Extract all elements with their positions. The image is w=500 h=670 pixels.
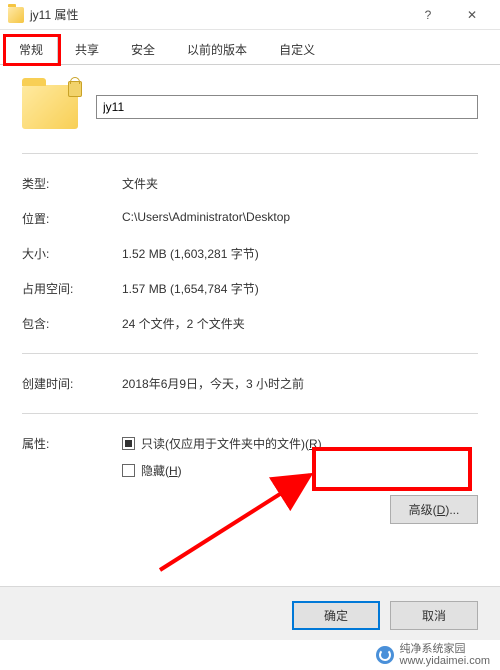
size-value: 1.52 MB (1,603,281 字节) (122, 245, 478, 262)
tab-security[interactable]: 安全 (116, 34, 170, 64)
cancel-button[interactable]: 取消 (390, 601, 478, 630)
tab-previous-versions[interactable]: 以前的版本 (172, 34, 262, 64)
size-on-disk-label: 占用空间: (22, 280, 122, 297)
readonly-label: 只读(仅应用于文件夹中的文件)(R) (141, 435, 322, 452)
divider (22, 153, 478, 154)
created-value: 2018年6月9日，今天，3 小时之前 (122, 375, 478, 392)
created-label: 创建时间: (22, 375, 122, 392)
watermark-line1: 纯净系统家园 (400, 643, 490, 655)
location-label: 位置: (22, 210, 122, 227)
close-button[interactable]: ✕ (452, 2, 492, 28)
contains-value: 24 个文件，2 个文件夹 (122, 315, 478, 332)
divider (22, 413, 478, 414)
size-label: 大小: (22, 245, 122, 262)
folder-icon (8, 7, 24, 23)
watermark-line2: www.yidaimei.com (400, 655, 490, 667)
lock-icon (68, 81, 82, 97)
contains-label: 包含: (22, 315, 122, 332)
type-value: 文件夹 (122, 175, 478, 192)
dialog-footer: 确定 取消 应用(A) (0, 586, 500, 640)
tab-customize[interactable]: 自定义 (264, 34, 330, 64)
type-label: 类型: (22, 175, 122, 192)
tabs: 常规 共享 安全 以前的版本 自定义 (0, 30, 500, 65)
watermark: 纯净系统家园 www.yidaimei.com (0, 640, 500, 670)
tab-content: 类型: 文件夹 位置: C:\Users\Administrator\Deskt… (0, 65, 500, 553)
help-button[interactable]: ? (408, 2, 448, 28)
attributes-label: 属性: (22, 435, 122, 452)
tab-sharing[interactable]: 共享 (60, 34, 114, 64)
readonly-checkbox[interactable] (122, 437, 135, 450)
hidden-label: 隐藏(H) (141, 462, 182, 479)
folder-name-input[interactable] (96, 95, 478, 119)
readonly-checkbox-row[interactable]: 只读(仅应用于文件夹中的文件)(R) (122, 435, 478, 452)
location-value: C:\Users\Administrator\Desktop (122, 210, 478, 227)
ok-button[interactable]: 确定 (292, 601, 380, 630)
hidden-checkbox[interactable] (122, 464, 135, 477)
tab-general[interactable]: 常规 (4, 34, 58, 64)
size-on-disk-value: 1.57 MB (1,654,784 字节) (122, 280, 478, 297)
titlebar: jy11 属性 ? ✕ (0, 0, 500, 30)
hidden-checkbox-row[interactable]: 隐藏(H) (122, 462, 478, 479)
window-title: jy11 属性 (30, 6, 408, 23)
window-controls: ? ✕ (408, 2, 492, 28)
folder-large-icon (22, 85, 78, 129)
watermark-logo-icon (376, 646, 394, 664)
advanced-button[interactable]: 高级(D)... (390, 495, 478, 524)
divider (22, 353, 478, 354)
